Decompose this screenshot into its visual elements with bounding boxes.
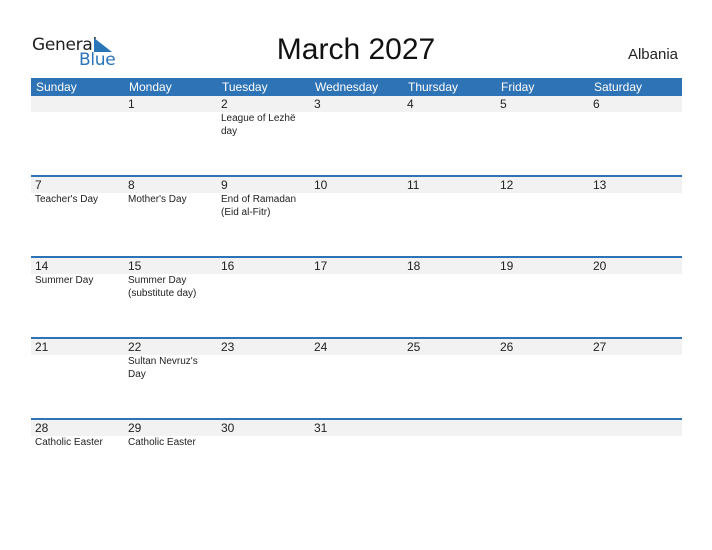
day-cell: 17 — [310, 258, 403, 337]
day-number: 10 — [314, 178, 328, 192]
day-cell: 27 — [589, 339, 682, 418]
day-cell: 28 Catholic Easter — [31, 420, 124, 499]
week-row: 21 22 Sultan Nevruz's Day 23 24 25 26 27 — [31, 337, 682, 418]
day-cell: 16 — [217, 258, 310, 337]
day-cell: 14 Summer Day — [31, 258, 124, 337]
holiday-label: Mother's Day — [128, 194, 187, 205]
holiday-label: Teacher's Day — [35, 194, 99, 205]
day-number: 25 — [407, 340, 421, 354]
week-row: 28 Catholic Easter 29 Catholic Easter 30 31 — [31, 418, 682, 499]
day-cell: 4 — [403, 96, 496, 175]
weekday-thursday: Thursday — [408, 80, 459, 94]
day-number: 19 — [500, 259, 514, 273]
day-number: 15 — [128, 259, 142, 273]
weekday-wednesday: Wednesday — [315, 80, 379, 94]
country-label: Albania — [627, 46, 678, 63]
weekday-friday: Friday — [501, 80, 535, 94]
day-number: 8 — [128, 178, 135, 192]
day-cell: 8 Mother's Day — [124, 177, 217, 256]
weekday-tuesday: Tuesday — [222, 80, 268, 94]
day-cell: 5 — [496, 96, 589, 175]
day-cell: 1 — [124, 96, 217, 175]
day-cell: 23 — [217, 339, 310, 418]
day-number: 14 — [35, 259, 49, 273]
day-number: 17 — [314, 259, 328, 273]
week-row: 1 2 League of Lezhë day 3 4 5 6 — [31, 96, 682, 177]
day-cell: 31 — [310, 420, 403, 499]
holiday-label: Sultan Nevruz's Day — [128, 356, 198, 380]
day-number: 11 — [407, 178, 420, 192]
day-number: 24 — [314, 340, 328, 354]
day-number: 18 — [407, 259, 421, 273]
day-number: 12 — [500, 178, 514, 192]
day-cell: 21 — [31, 339, 124, 418]
day-number: 16 — [221, 259, 235, 273]
weekday-header: Sunday Monday Tuesday Wednesday Thursday… — [31, 78, 682, 96]
day-number: 1 — [128, 97, 135, 111]
day-cell: 7 Teacher's Day — [31, 177, 124, 256]
day-cell: 15 Summer Day (substitute day) — [124, 258, 217, 337]
weekday-sunday: Sunday — [36, 80, 77, 94]
day-number: 9 — [221, 178, 228, 192]
day-number: 4 — [407, 97, 414, 111]
day-cell — [31, 96, 124, 175]
day-cell: 9 End of Ramadan (Eid al-Fitr) — [217, 177, 310, 256]
day-cell — [403, 420, 496, 499]
holiday-label: Summer Day — [35, 275, 94, 286]
holiday-label: Summer Day (substitute day) — [128, 275, 197, 299]
day-cell: 6 — [589, 96, 682, 175]
holiday-label: End of Ramadan (Eid al-Fitr) — [221, 194, 297, 218]
day-cell: 19 — [496, 258, 589, 337]
day-number: 7 — [35, 178, 42, 192]
day-number: 3 — [314, 97, 321, 111]
day-number: 2 — [221, 97, 228, 111]
day-number: 30 — [221, 421, 235, 435]
day-number: 31 — [314, 421, 328, 435]
page-title: March 2027 — [276, 33, 436, 66]
day-cell: 11 — [403, 177, 496, 256]
day-cell: 29 Catholic Easter — [124, 420, 217, 499]
day-number: 21 — [35, 340, 49, 354]
day-number: 22 — [128, 340, 142, 354]
day-cell: 13 — [589, 177, 682, 256]
day-cell: 26 — [496, 339, 589, 418]
day-number: 27 — [593, 340, 607, 354]
day-number: 29 — [128, 421, 142, 435]
day-number: 13 — [593, 178, 607, 192]
day-number: 6 — [593, 97, 600, 111]
weekday-monday: Monday — [129, 80, 172, 94]
day-number: 28 — [35, 421, 49, 435]
weekday-saturday: Saturday — [594, 80, 643, 94]
holiday-label: Catholic Easter — [128, 437, 196, 448]
day-cell — [589, 420, 682, 499]
week-row: 7 Teacher's Day 8 Mother's Day 9 End of Ramad… — [31, 175, 682, 256]
day-number: 20 — [593, 259, 607, 273]
day-cell: 25 — [403, 339, 496, 418]
day-cell — [496, 420, 589, 499]
day-cell: 22 Sultan Nevruz's Day — [124, 339, 217, 418]
day-cell: 3 — [310, 96, 403, 175]
day-number: 5 — [500, 97, 507, 111]
day-cell: 18 — [403, 258, 496, 337]
day-cell: 20 — [589, 258, 682, 337]
day-number: 23 — [221, 340, 235, 354]
day-cell: 24 — [310, 339, 403, 418]
day-cell: 2 League of Lezhë day — [217, 96, 310, 175]
day-cell: 12 — [496, 177, 589, 256]
day-number: 26 — [500, 340, 514, 354]
week-row: 14 Summer Day 15 Summer Day (substitute day… — [31, 256, 682, 337]
holiday-label: Catholic Easter — [35, 437, 103, 448]
day-cell: 30 — [217, 420, 310, 499]
holiday-label: League of Lezhë day — [221, 113, 296, 137]
day-cell: 10 — [310, 177, 403, 256]
